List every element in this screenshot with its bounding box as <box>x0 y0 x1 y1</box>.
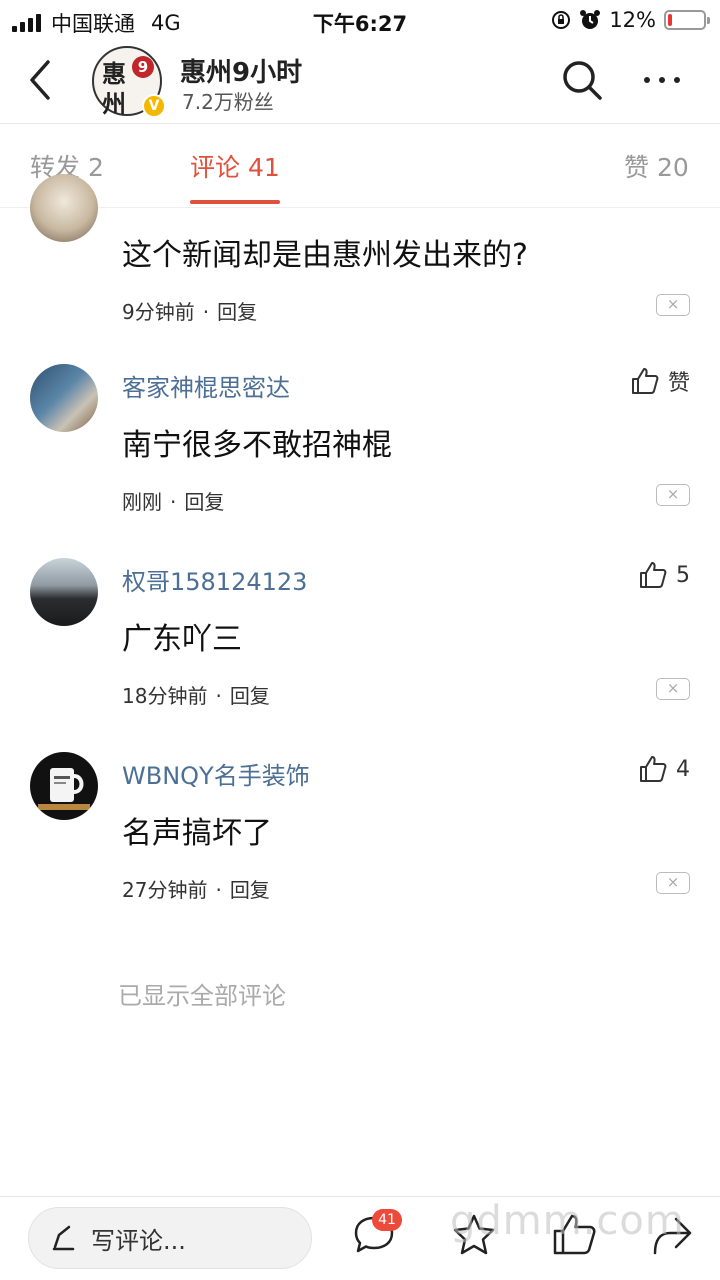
comment-text: 这个新闻却是由惠州发出来的? <box>122 238 528 273</box>
reply-link[interactable]: 回复 <box>230 684 270 708</box>
commenter-avatar[interactable] <box>30 174 98 242</box>
comment-item: 客家神棍思密达 赞 南宁很多不敢招神棍 刚刚 · 回复 × <box>0 364 720 558</box>
comment-time: 9分钟前 <box>122 300 195 324</box>
reply-link[interactable]: 回复 <box>184 490 224 514</box>
comment-count-badge: 41 <box>372 1209 402 1231</box>
commenter-name[interactable]: WBNQY名手装饰 <box>122 756 310 791</box>
rotation-lock-icon <box>552 11 571 29</box>
header: 惠 州 9 V 惠州9小时 7.2万粉丝 <box>0 40 720 124</box>
like-button[interactable]: 5 <box>638 558 690 592</box>
like-icon[interactable] <box>550 1211 598 1259</box>
like-button[interactable]: 4 <box>638 752 690 786</box>
write-comment-placeholder: 写评论... <box>91 1226 186 1255</box>
commenter-avatar[interactable] <box>30 364 98 432</box>
battery-icon <box>664 10 710 30</box>
mug-image <box>38 768 90 810</box>
comment-item: 权哥158124123 5 广东吖三 18分钟前 · 回复 × <box>0 558 720 752</box>
commenter-avatar[interactable] <box>30 752 98 820</box>
comment-text: 南宁很多不敢招神棍 <box>122 428 392 463</box>
dismiss-comment-button[interactable]: × <box>656 678 690 700</box>
commenter-name[interactable]: 客家神棍思密达 <box>122 368 290 403</box>
back-arrow-icon[interactable] <box>26 58 56 102</box>
favorite-star-icon[interactable] <box>450 1211 498 1259</box>
dismiss-comment-button[interactable]: × <box>656 872 690 894</box>
dismiss-comment-button[interactable]: × <box>656 294 690 316</box>
comment-time: 27分钟前 <box>122 878 208 902</box>
bottom-action-bar: 写评论... 41 <box>0 1196 720 1280</box>
commenter-name[interactable]: 权哥158124123 <box>122 562 307 597</box>
reply-link[interactable]: 回复 <box>230 878 270 902</box>
comment-item: 这个新闻却是由惠州发出来的? 9分钟前 · 回复 × <box>0 174 720 368</box>
commenter-avatar[interactable] <box>30 558 98 626</box>
like-count: 赞 <box>667 371 690 396</box>
share-arrow-icon[interactable] <box>648 1211 696 1259</box>
comment-meta: 27分钟前 · 回复 <box>122 878 270 902</box>
avatar-number: 9 <box>132 56 154 78</box>
account-name[interactable]: 惠州9小时 <box>180 52 302 89</box>
fans-count: 7.2万粉丝 <box>182 90 274 114</box>
search-icon[interactable] <box>560 58 604 102</box>
comment-item: WBNQY名手装饰 4 名声搞坏了 27分钟前 · 回复 × <box>0 752 720 946</box>
pen-icon <box>52 1225 75 1251</box>
avatar-char-2: 州 <box>102 89 126 118</box>
reply-link[interactable]: 回复 <box>217 300 257 324</box>
like-button[interactable]: 赞 <box>630 364 690 398</box>
thumbs-up-icon <box>640 562 667 588</box>
comment-text: 名声搞坏了 <box>122 816 272 851</box>
more-options-icon[interactable] <box>644 70 690 90</box>
comment-time: 18分钟前 <box>122 684 208 708</box>
account-avatar[interactable]: 惠 州 9 V <box>92 46 166 118</box>
comment-meta: 18分钟前 · 回复 <box>122 684 270 708</box>
comment-meta: 9分钟前 · 回复 <box>122 300 258 324</box>
thumbs-up-icon <box>631 368 659 394</box>
write-comment-input[interactable]: 写评论... <box>28 1207 312 1269</box>
like-count: 5 <box>676 562 690 588</box>
status-bar: 中国联通 4G 下午6:27 12% <box>0 0 720 40</box>
like-count: 4 <box>676 756 690 782</box>
dismiss-comment-button[interactable]: × <box>656 484 690 506</box>
status-right: 12% <box>551 8 710 32</box>
comment-meta: 刚刚 · 回复 <box>122 490 225 514</box>
thumbs-up-icon <box>640 756 667 782</box>
verified-badge-icon: V <box>142 94 166 118</box>
all-comments-shown-label: 已显示全部评论 <box>118 982 286 1010</box>
comment-time: 刚刚 <box>122 490 162 514</box>
comment-text: 广东吖三 <box>122 622 242 657</box>
battery-percent: 12% <box>609 8 656 32</box>
alarm-icon <box>580 10 601 29</box>
